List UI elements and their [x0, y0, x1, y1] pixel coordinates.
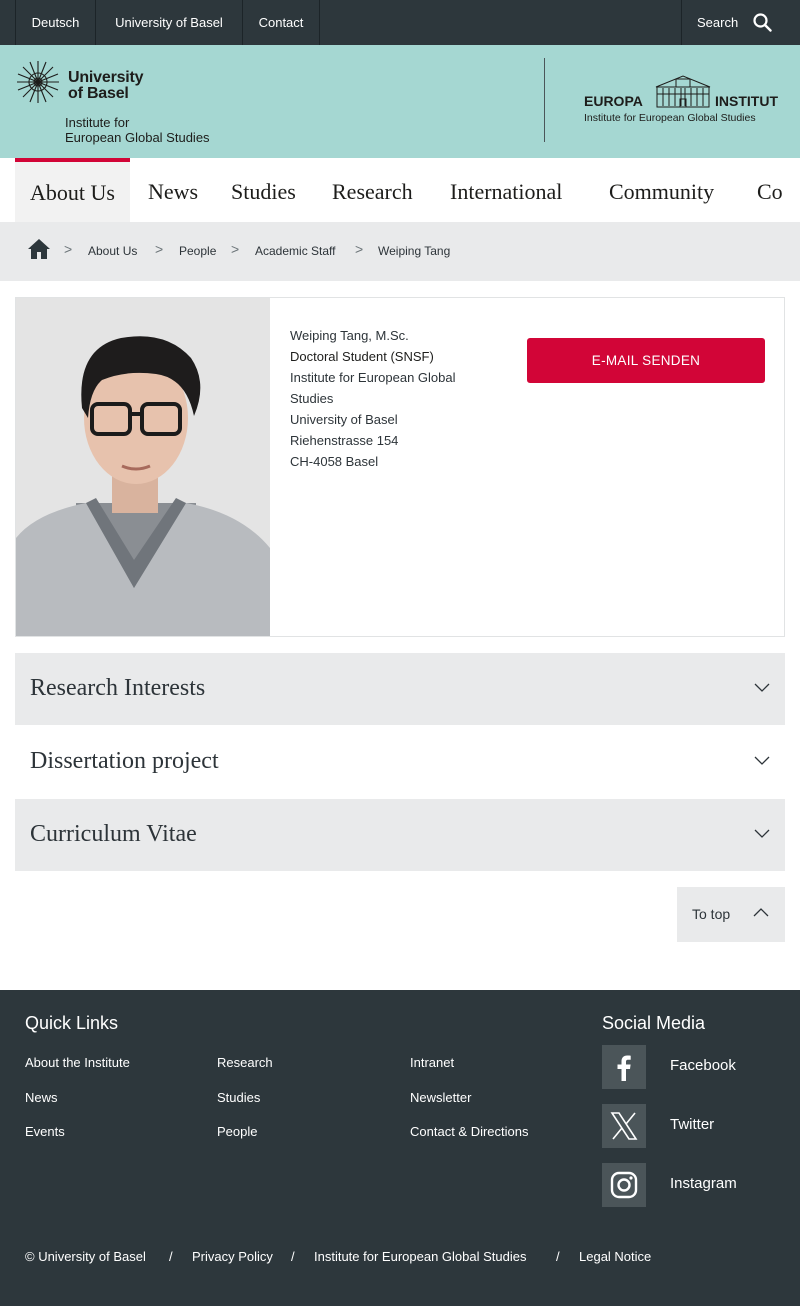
quick-links-title: Quick Links — [25, 1013, 119, 1033]
search-label: Search — [697, 15, 739, 30]
header-divider — [544, 58, 545, 142]
chevron-down-icon — [754, 829, 770, 838]
europa-logo-text-left: EUROPA — [584, 93, 643, 109]
send-email-button[interactable]: E-MAIL SENDEN — [527, 338, 765, 383]
accordion-dissertation-project[interactable]: Dissertation project — [15, 726, 785, 798]
facebook-icon — [602, 1045, 646, 1089]
breadcrumb-academic-staff[interactable]: Academic Staff — [255, 244, 335, 258]
breadcrumb-people[interactable]: People — [179, 244, 216, 258]
footer-link-newsletter[interactable]: Newsletter — [410, 1090, 471, 1105]
university-name[interactable]: University of Basel — [68, 70, 144, 102]
site-footer: Quick Links About the Institute Research… — [0, 990, 800, 1306]
nav-studies[interactable]: Studies — [231, 158, 296, 222]
building-icon — [655, 75, 711, 108]
university-link[interactable]: University of Basel — [95, 0, 243, 45]
nav-about-us[interactable]: About Us — [15, 158, 130, 222]
footer-link-studies[interactable]: Studies — [217, 1090, 260, 1105]
search-button[interactable]: Search — [681, 0, 800, 45]
footer-link-events[interactable]: Events — [25, 1124, 65, 1139]
twitter-label: Twitter — [670, 1116, 715, 1133]
university-line: University of Basel — [290, 412, 398, 427]
accordion-title: Dissertation project — [30, 748, 219, 774]
profile-card: Weiping Tang, M.Sc. Doctoral Student (SN… — [15, 297, 785, 637]
breadcrumb-current-page: Weiping Tang — [378, 244, 451, 258]
footer-link-research[interactable]: Research — [217, 1055, 273, 1070]
accordion-title: Research Interests — [30, 675, 206, 701]
instagram-label: Instagram — [670, 1175, 737, 1192]
affiliation-line-1: Institute for European Global — [290, 370, 456, 385]
legal-separator: / — [556, 1249, 560, 1264]
accordion-curriculum-vitae[interactable]: Curriculum Vitae — [15, 799, 785, 871]
legal-separator: / — [291, 1249, 295, 1264]
language-link[interactable]: Deutsch — [15, 0, 96, 45]
breadcrumb-separator: > — [155, 241, 164, 257]
breadcrumb-about-us[interactable]: About Us — [88, 244, 137, 258]
x-twitter-icon — [602, 1104, 646, 1148]
legal-notice-link[interactable]: Legal Notice — [579, 1249, 651, 1264]
breadcrumb: > About Us > People > Academic Staff > W… — [0, 222, 800, 281]
social-media-title: Social Media — [602, 1013, 706, 1033]
to-top-label: To top — [692, 906, 731, 922]
europa-institut-logo[interactable]: EUROPA INSTITUT Institute for European G… — [584, 75, 788, 125]
accordion-title: Curriculum Vitae — [30, 821, 197, 847]
institute-name[interactable]: Institute for European Global Studies — [65, 115, 210, 145]
person-name: Weiping Tang, M.Sc. — [290, 328, 409, 343]
footer-link-intranet[interactable]: Intranet — [410, 1055, 454, 1070]
affiliation-line-2: Studies — [290, 391, 334, 406]
nav-research[interactable]: Research — [332, 158, 413, 222]
institute-legal-link[interactable]: Institute for European Global Studies — [314, 1249, 526, 1264]
contact-link[interactable]: Contact — [242, 0, 320, 45]
legal-separator: / — [169, 1249, 173, 1264]
social-twitter-link[interactable]: Twitter — [602, 1104, 792, 1148]
privacy-policy-link[interactable]: Privacy Policy — [192, 1249, 273, 1264]
nav-international[interactable]: International — [450, 158, 562, 222]
social-facebook-link[interactable]: Facebook — [602, 1045, 792, 1089]
footer-link-news[interactable]: News — [25, 1090, 58, 1105]
chevron-down-icon — [754, 756, 770, 765]
contact-details: Weiping Tang, M.Sc. Doctoral Student (SN… — [290, 325, 456, 472]
nav-news[interactable]: News — [148, 158, 198, 222]
footer-link-people[interactable]: People — [217, 1124, 257, 1139]
footer-link-about-institute[interactable]: About the Institute — [25, 1055, 130, 1070]
chevron-down-icon — [754, 683, 770, 692]
person-role: Doctoral Student (SNSF) — [290, 349, 434, 364]
nav-contact-truncated[interactable]: Co — [757, 158, 783, 222]
instagram-icon — [602, 1163, 646, 1207]
breadcrumb-separator: > — [231, 241, 240, 257]
chevron-up-icon — [753, 908, 769, 917]
top-utility-bar: Deutsch University of Basel Contact Sear… — [0, 0, 800, 45]
profile-photo — [16, 298, 270, 636]
search-icon — [753, 13, 772, 32]
to-top-button[interactable]: To top — [677, 887, 785, 942]
accordion-research-interests[interactable]: Research Interests — [15, 653, 785, 725]
social-instagram-link[interactable]: Instagram — [602, 1163, 792, 1207]
europa-logo-subtitle: Institute for European Global Studies — [584, 112, 756, 124]
nav-community[interactable]: Community — [609, 158, 714, 222]
facebook-label: Facebook — [670, 1057, 736, 1074]
university-logo-icon[interactable] — [15, 59, 61, 105]
europa-logo-text-right: INSTITUT — [715, 93, 778, 109]
city-line: CH-4058 Basel — [290, 454, 379, 469]
street-line: Riehenstrasse 154 — [290, 433, 399, 448]
copyright-text: © University of Basel — [25, 1249, 146, 1264]
main-navigation: About Us News Studies Research Internati… — [0, 158, 800, 222]
home-icon[interactable] — [27, 238, 51, 260]
site-header: University of Basel Institute for Europe… — [0, 45, 800, 158]
breadcrumb-separator: > — [355, 241, 364, 257]
footer-link-contact-directions[interactable]: Contact & Directions — [410, 1124, 529, 1139]
breadcrumb-separator: > — [64, 241, 73, 257]
